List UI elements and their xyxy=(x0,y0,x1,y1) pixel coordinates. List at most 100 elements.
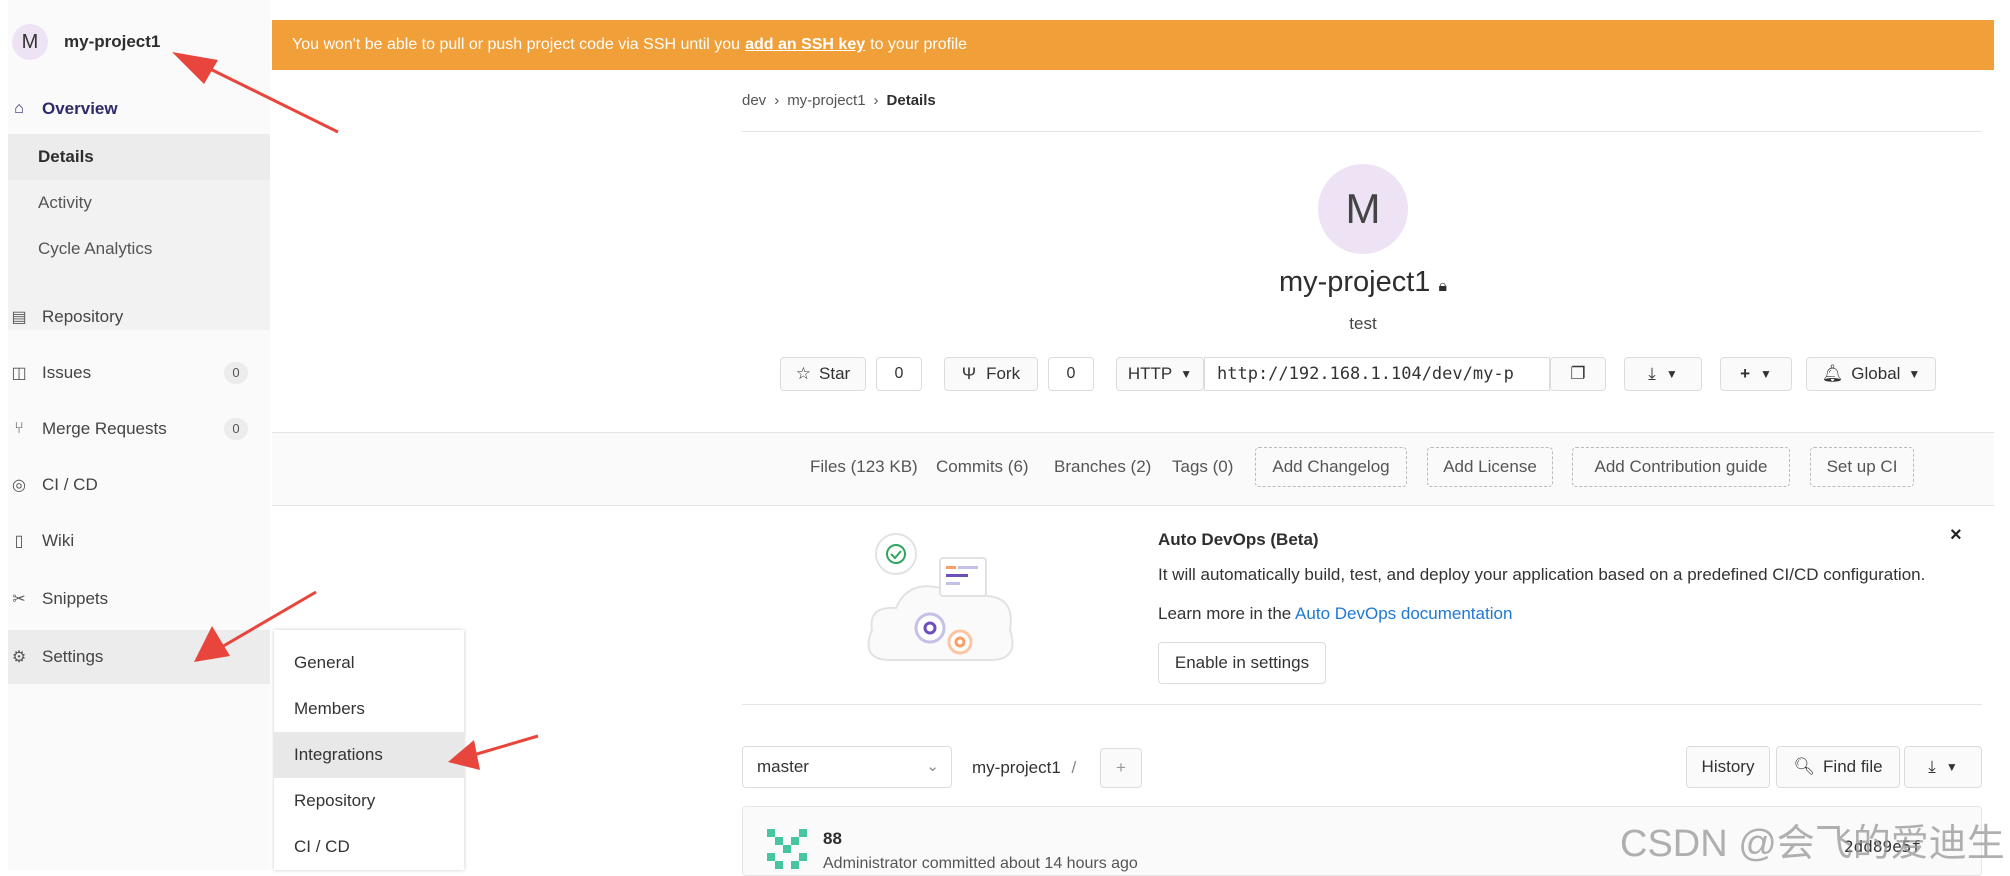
settings-menu-repository[interactable]: Repository xyxy=(274,778,464,824)
stat-branches[interactable]: Branches (2) xyxy=(1054,457,1151,477)
sidebar-project-name[interactable]: my-project1 xyxy=(64,32,160,52)
protocol-dropdown[interactable]: HTTP ▼ xyxy=(1116,357,1204,391)
fork-icon: Ψ xyxy=(961,364,977,383)
stat-files[interactable]: Files (123 KB) xyxy=(810,457,918,477)
notification-label: Global xyxy=(1851,364,1901,383)
add-license-button[interactable]: Add License xyxy=(1427,447,1553,487)
bell-icon: 🔔︎ xyxy=(1821,364,1844,383)
repo-path-root[interactable]: my-project1 xyxy=(972,758,1061,777)
breadcrumb-group[interactable]: dev xyxy=(742,92,766,109)
sidebar-item-issues[interactable]: ◫ Issues 0 xyxy=(8,346,270,400)
star-button[interactable]: ☆ Star xyxy=(780,357,866,391)
sidebar-item-label: Issues xyxy=(42,363,92,382)
watermark: CSDN @会飞的爱迪生 xyxy=(1620,823,2005,865)
add-ssh-key-link[interactable]: add an SSH key xyxy=(745,36,865,54)
sidebar-item-label: Merge Requests xyxy=(42,419,167,438)
add-contribution-guide-button[interactable]: Add Contribution guide xyxy=(1572,447,1790,487)
sidebar-item-label: Snippets xyxy=(42,589,109,608)
clipboard-icon: ❐ xyxy=(1570,364,1586,383)
divider xyxy=(742,131,1982,132)
sidebar-subitem-details[interactable]: Details xyxy=(8,134,270,180)
caret-down-icon: ▼ xyxy=(1760,367,1772,381)
plus-icon: + xyxy=(1740,364,1751,383)
sidebar-item-settings[interactable]: ⚙ Settings xyxy=(8,630,270,684)
issues-count-badge: 0 xyxy=(224,362,248,384)
setup-ci-button[interactable]: Set up CI xyxy=(1810,447,1914,487)
add-changelog-button[interactable]: Add Changelog xyxy=(1255,447,1407,487)
project-stats-bar: Files (123 KB) Commits (6) Branches (2) … xyxy=(272,432,1994,506)
gear-icon: ⚙ xyxy=(11,649,27,666)
branch-dropdown[interactable]: master ⌄ xyxy=(742,746,952,788)
chevron-down-icon: ⌄ xyxy=(926,758,939,775)
document-icon: ▤ xyxy=(11,309,27,326)
caret-down-icon: ▼ xyxy=(1180,367,1193,381)
sidebar-item-label: Repository xyxy=(42,307,124,326)
fork-label: Fork xyxy=(986,364,1021,383)
auto-devops-illustration xyxy=(867,533,1014,661)
auto-devops-learn-more: Learn more in the Auto DevOps documentat… xyxy=(1158,604,1512,624)
stat-tags[interactable]: Tags (0) xyxy=(1172,457,1233,477)
project-description: test xyxy=(1349,314,1377,333)
scissors-icon: ✂ xyxy=(12,591,26,608)
find-file-button[interactable]: 🔍︎ Find file xyxy=(1776,746,1900,788)
breadcrumb: dev › my-project1 › Details xyxy=(742,92,936,109)
path-separator: / xyxy=(1071,758,1077,777)
rocket-icon: ◎ xyxy=(12,477,26,494)
sidebar-subitem-activity[interactable]: Activity xyxy=(8,180,270,226)
enable-in-settings-button[interactable]: Enable in settings xyxy=(1158,642,1326,684)
auto-devops-title: Auto DevOps (Beta) xyxy=(1158,530,1319,549)
sidebar-item-wiki[interactable]: ▯ Wiki xyxy=(8,514,270,568)
breadcrumb-current: Details xyxy=(886,92,936,109)
lock-icon: 🔒︎ xyxy=(1438,278,1448,295)
search-icon: 🔍︎ xyxy=(1793,757,1816,776)
download-repo-dropdown[interactable]: ⤓ ▼ xyxy=(1904,746,1982,788)
project-avatar-small: M xyxy=(12,24,48,60)
stat-commits[interactable]: Commits (6) xyxy=(936,457,1029,477)
sidebar: M my-project1 ⌂ Overview Details Activit… xyxy=(8,0,270,870)
auto-devops-docs-link[interactable]: Auto DevOps documentation xyxy=(1295,604,1512,623)
sidebar-item-label: CI / CD xyxy=(42,475,98,494)
settings-flyout-menu: General Members Integrations Repository … xyxy=(274,630,464,870)
book-icon: ▯ xyxy=(14,533,24,550)
branch-name: master xyxy=(757,757,809,776)
settings-menu-cicd[interactable]: CI / CD xyxy=(274,824,464,870)
find-file-label: Find file xyxy=(1823,757,1883,776)
download-dropdown[interactable]: ⤓ ▼ xyxy=(1624,357,1702,391)
sidebar-subitem-cycle-analytics[interactable]: Cycle Analytics xyxy=(8,226,270,272)
add-to-tree-button[interactable]: + xyxy=(1100,748,1142,788)
chevron-right-icon: › xyxy=(774,92,780,109)
breadcrumb-project[interactable]: my-project1 xyxy=(787,92,865,109)
close-icon[interactable]: × xyxy=(1950,524,1962,547)
issues-icon: ◫ xyxy=(11,365,27,382)
project-avatar: M xyxy=(1318,164,1408,254)
mr-count-badge: 0 xyxy=(224,418,248,440)
settings-menu-integrations[interactable]: Integrations xyxy=(274,732,464,778)
sidebar-item-snippets[interactable]: ✂ Snippets xyxy=(8,572,270,626)
history-button[interactable]: History xyxy=(1686,746,1770,788)
fork-count[interactable]: 0 xyxy=(1048,357,1094,391)
settings-menu-members[interactable]: Members xyxy=(274,686,464,732)
star-count[interactable]: 0 xyxy=(876,357,922,391)
caret-down-icon: ▼ xyxy=(1665,367,1678,381)
project-name: my-project1 xyxy=(1278,266,1431,298)
divider xyxy=(742,704,1982,705)
sidebar-item-merge-requests[interactable]: ⑂ Merge Requests 0 xyxy=(8,402,270,456)
clone-url-field[interactable]: http://192.168.1.104/dev/my-p xyxy=(1204,357,1550,391)
sidebar-item-cicd[interactable]: ◎ CI / CD xyxy=(8,458,270,512)
caret-down-icon: ▼ xyxy=(1908,367,1921,381)
star-icon: ☆ xyxy=(795,364,812,383)
plus-icon: + xyxy=(1116,758,1126,777)
caret-down-icon: ▼ xyxy=(1945,760,1958,774)
sidebar-item-overview[interactable]: ⌂ Overview xyxy=(8,82,270,136)
commit-title[interactable]: 88 xyxy=(823,829,842,849)
identicon-avatar xyxy=(767,829,807,869)
copy-url-button[interactable]: ❐ xyxy=(1550,357,1606,391)
settings-menu-general[interactable]: General xyxy=(274,640,464,686)
sidebar-item-repository[interactable]: ▤ Repository xyxy=(8,290,270,344)
notification-dropdown[interactable]: 🔔︎ Global ▼ xyxy=(1806,357,1936,391)
add-dropdown[interactable]: + ▼ xyxy=(1720,357,1792,391)
repo-path: my-project1 / xyxy=(972,758,1076,778)
ssh-warning-banner: You won't be able to pull or push projec… xyxy=(272,20,1994,70)
sidebar-project-header[interactable]: M my-project1 xyxy=(8,18,270,64)
fork-button[interactable]: Ψ Fork xyxy=(944,357,1038,391)
